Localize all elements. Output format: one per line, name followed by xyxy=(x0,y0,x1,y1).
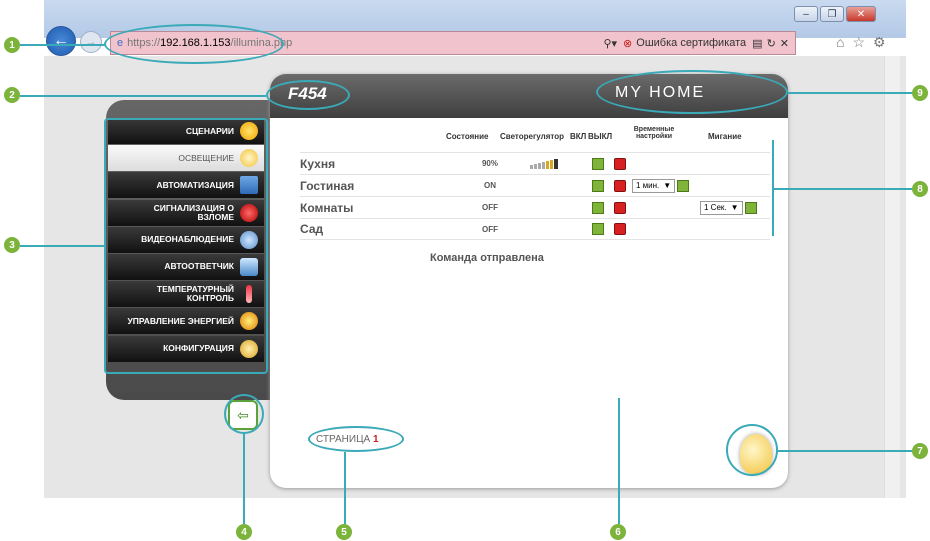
on-button[interactable] xyxy=(592,179,604,192)
row-name: Сад xyxy=(300,222,324,236)
off-button[interactable] xyxy=(614,179,626,192)
minimize-button[interactable]: – xyxy=(794,6,818,22)
row-name: Гостиная xyxy=(300,178,355,193)
on-button[interactable] xyxy=(592,201,604,214)
callout-number: 6 xyxy=(610,524,626,540)
off-button[interactable] xyxy=(614,157,626,170)
table-row: Сад OFF xyxy=(300,218,770,240)
row-state: OFF xyxy=(482,203,498,212)
cert-error-label[interactable]: Ошибка сертификата xyxy=(636,37,746,49)
stop-icon[interactable]: ✕ xyxy=(780,37,789,50)
maximize-button[interactable]: ❐ xyxy=(820,6,844,22)
callout-number: 4 xyxy=(236,524,252,540)
callout-box xyxy=(104,118,268,374)
col-on: ВКЛ xyxy=(570,132,587,141)
callout-oval xyxy=(224,394,264,434)
blink-select[interactable]: 1 Сек. ▼ xyxy=(700,200,743,215)
blink-on-button[interactable] xyxy=(744,201,757,214)
forward-button[interactable]: → xyxy=(80,31,102,53)
callout-line xyxy=(774,188,912,190)
row-state: 90% xyxy=(481,159,498,168)
col-state: Состояние xyxy=(446,132,489,141)
table-row: Комнаты OFF 1 Сек. ▼ xyxy=(300,196,770,218)
callout-number: 1 xyxy=(4,37,20,53)
row-state: ON xyxy=(484,181,496,190)
on-button[interactable] xyxy=(592,157,604,170)
on-button[interactable] xyxy=(592,223,604,235)
callout-oval xyxy=(104,24,284,64)
window-controls: – ❐ ✕ xyxy=(794,6,876,22)
row-state: OFF xyxy=(482,224,498,234)
chevron-down-icon: ▼ xyxy=(663,181,672,190)
close-button[interactable]: ✕ xyxy=(846,6,876,22)
browser-toolbar: ⌂ ☆ ⚙ xyxy=(836,34,886,51)
cert-error-icon[interactable]: ⊗ xyxy=(623,37,632,50)
col-timer: Временные настройки xyxy=(633,126,675,140)
callout-line xyxy=(20,44,106,46)
callout-oval xyxy=(308,426,404,452)
callout-number: 8 xyxy=(912,181,928,197)
col-dimmer: Светорегулятор xyxy=(500,132,564,141)
callout-number: 3 xyxy=(4,237,20,253)
table-header: Состояние Светорегулятор ВКЛ ВЫКЛ Времен… xyxy=(446,126,776,150)
col-off: ВЫКЛ xyxy=(588,132,613,141)
search-icon[interactable]: ⚲▾ xyxy=(603,37,617,50)
back-button[interactable]: ← xyxy=(46,26,76,56)
callout-number: 2 xyxy=(4,87,20,103)
callout-number: 7 xyxy=(912,443,928,459)
vertical-scrollbar[interactable] xyxy=(884,56,900,498)
callout-line xyxy=(243,434,245,524)
callout-oval xyxy=(726,424,778,476)
callout-line xyxy=(20,95,266,97)
timer-value: 1 мин. xyxy=(636,181,660,190)
callout-line xyxy=(788,92,912,94)
timer-select[interactable]: 1 мин. ▼ xyxy=(632,178,676,193)
callout-line xyxy=(20,245,104,247)
off-button[interactable] xyxy=(614,201,626,214)
timer-on-button[interactable] xyxy=(677,179,690,192)
settings-icon[interactable]: ⚙ xyxy=(873,34,886,51)
row-name: Кухня xyxy=(300,156,336,171)
callout-oval xyxy=(266,80,350,110)
callout-line xyxy=(344,452,346,524)
row-name: Комнаты xyxy=(300,200,354,215)
off-button[interactable] xyxy=(614,223,626,235)
favorites-icon[interactable]: ☆ xyxy=(852,34,865,51)
table-row: Гостиная ON 1 мин. ▼ xyxy=(300,174,770,196)
status-message: Команда отправлена xyxy=(430,252,544,264)
callout-oval xyxy=(596,70,788,114)
table-row: Кухня 90% xyxy=(300,152,770,174)
refresh-icon[interactable]: ↻ xyxy=(767,37,776,50)
callout-number: 9 xyxy=(912,85,928,101)
blink-value: 1 Сек. xyxy=(704,203,727,212)
chevron-down-icon: ▼ xyxy=(730,203,739,212)
col-blink: Мигание xyxy=(708,132,742,141)
callout-line xyxy=(778,450,912,452)
callout-number: 5 xyxy=(336,524,352,540)
compat-icon[interactable]: ▤ xyxy=(752,37,762,50)
dimmer-bar[interactable] xyxy=(530,158,592,169)
callout-line xyxy=(618,398,620,524)
home-icon[interactable]: ⌂ xyxy=(836,34,844,51)
